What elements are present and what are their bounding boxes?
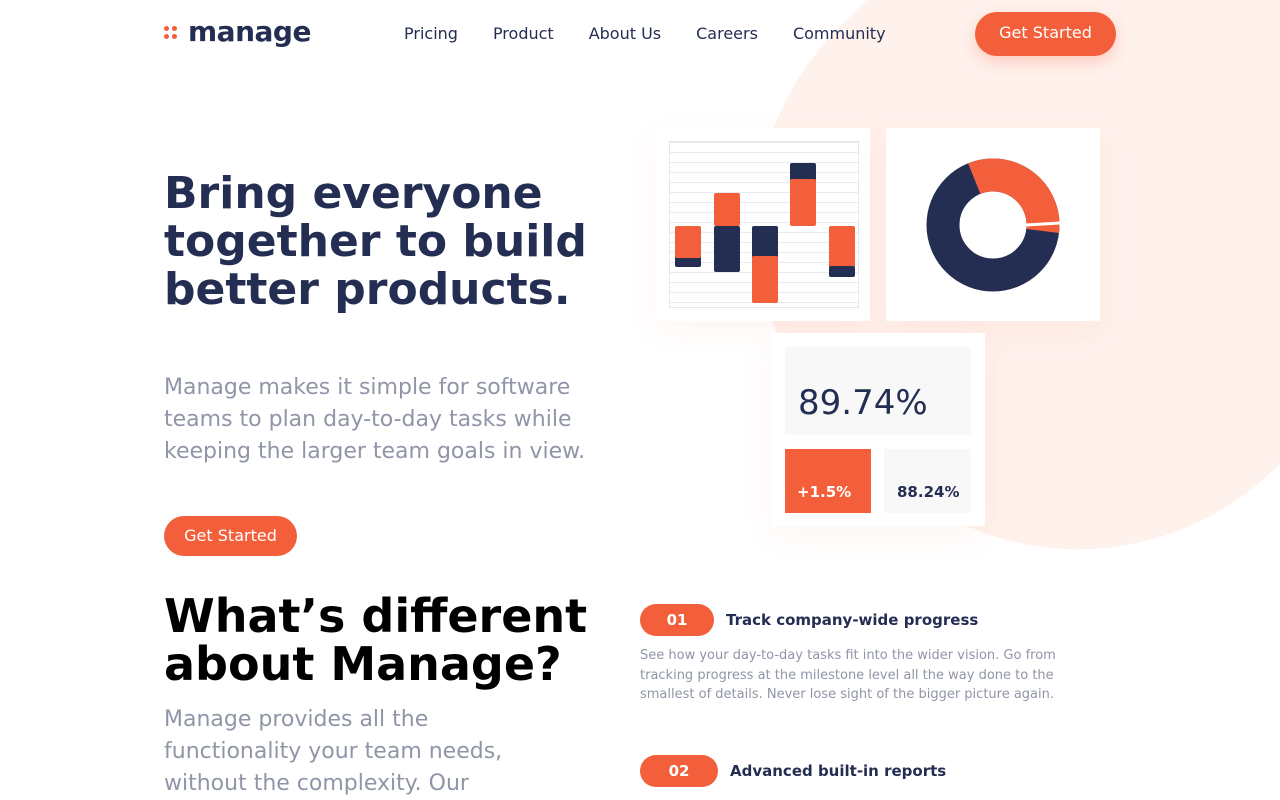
stat-secondary-panel: 88.24% [884,449,971,513]
nav-item-product[interactable]: Product [493,24,554,44]
chart-bar [752,226,778,258]
feature-number-badge: 01 [640,604,714,636]
feature-item: 01 Track company-wide progress See how y… [640,604,1110,705]
feature-number-badge: 02 [640,755,718,787]
section-title: What’s different about Manage? [164,589,588,691]
section-subtitle: Manage provides all the functionality yo… [164,707,503,796]
hero-get-started-button[interactable]: Get Started [164,516,297,556]
donut-chart-card [886,128,1100,321]
chart-bar [790,179,816,226]
chart-bar [829,266,855,277]
donut-divider [1025,221,1060,226]
hero-subtitle: Manage makes it simple for software team… [164,375,586,464]
logo-mark-icon [164,24,180,40]
nav-item-community[interactable]: Community [793,24,886,44]
header-get-started-button[interactable]: Get Started [975,12,1116,56]
feature-title: Advanced built-in reports [730,762,947,780]
stat-main-value: 89.74% [798,383,928,423]
chart-bar [714,226,740,272]
hero-title: Bring everyone together to build better … [164,168,587,315]
main-nav: Pricing Product About Us Careers Communi… [404,24,921,44]
feature-item: 02 Advanced built-in reports [640,755,1110,787]
nav-item-careers[interactable]: Careers [696,24,758,44]
chart-bar [829,226,855,268]
chart-bar [752,256,778,303]
bar-chart-grid [669,141,859,308]
nav-item-pricing[interactable]: Pricing [404,24,458,44]
feature-title: Track company-wide progress [726,611,979,629]
stat-secondary-value: 88.24% [897,483,960,501]
chart-bar [675,226,701,258]
logo-text: manage [188,15,311,48]
logo[interactable]: manage [164,18,311,46]
chart-bar [714,193,740,226]
nav-item-about-us[interactable]: About Us [589,24,661,44]
feature-description: See how your day-to-day tasks fit into t… [640,648,1056,702]
bar-chart-card [655,128,870,321]
stat-change-value: +1.5% [797,483,852,501]
stat-main-panel: 89.74% [785,347,971,435]
stat-change-panel: +1.5% [785,449,871,513]
donut-chart [926,158,1060,291]
stats-card: 89.74% +1.5% 88.24% [771,333,985,526]
